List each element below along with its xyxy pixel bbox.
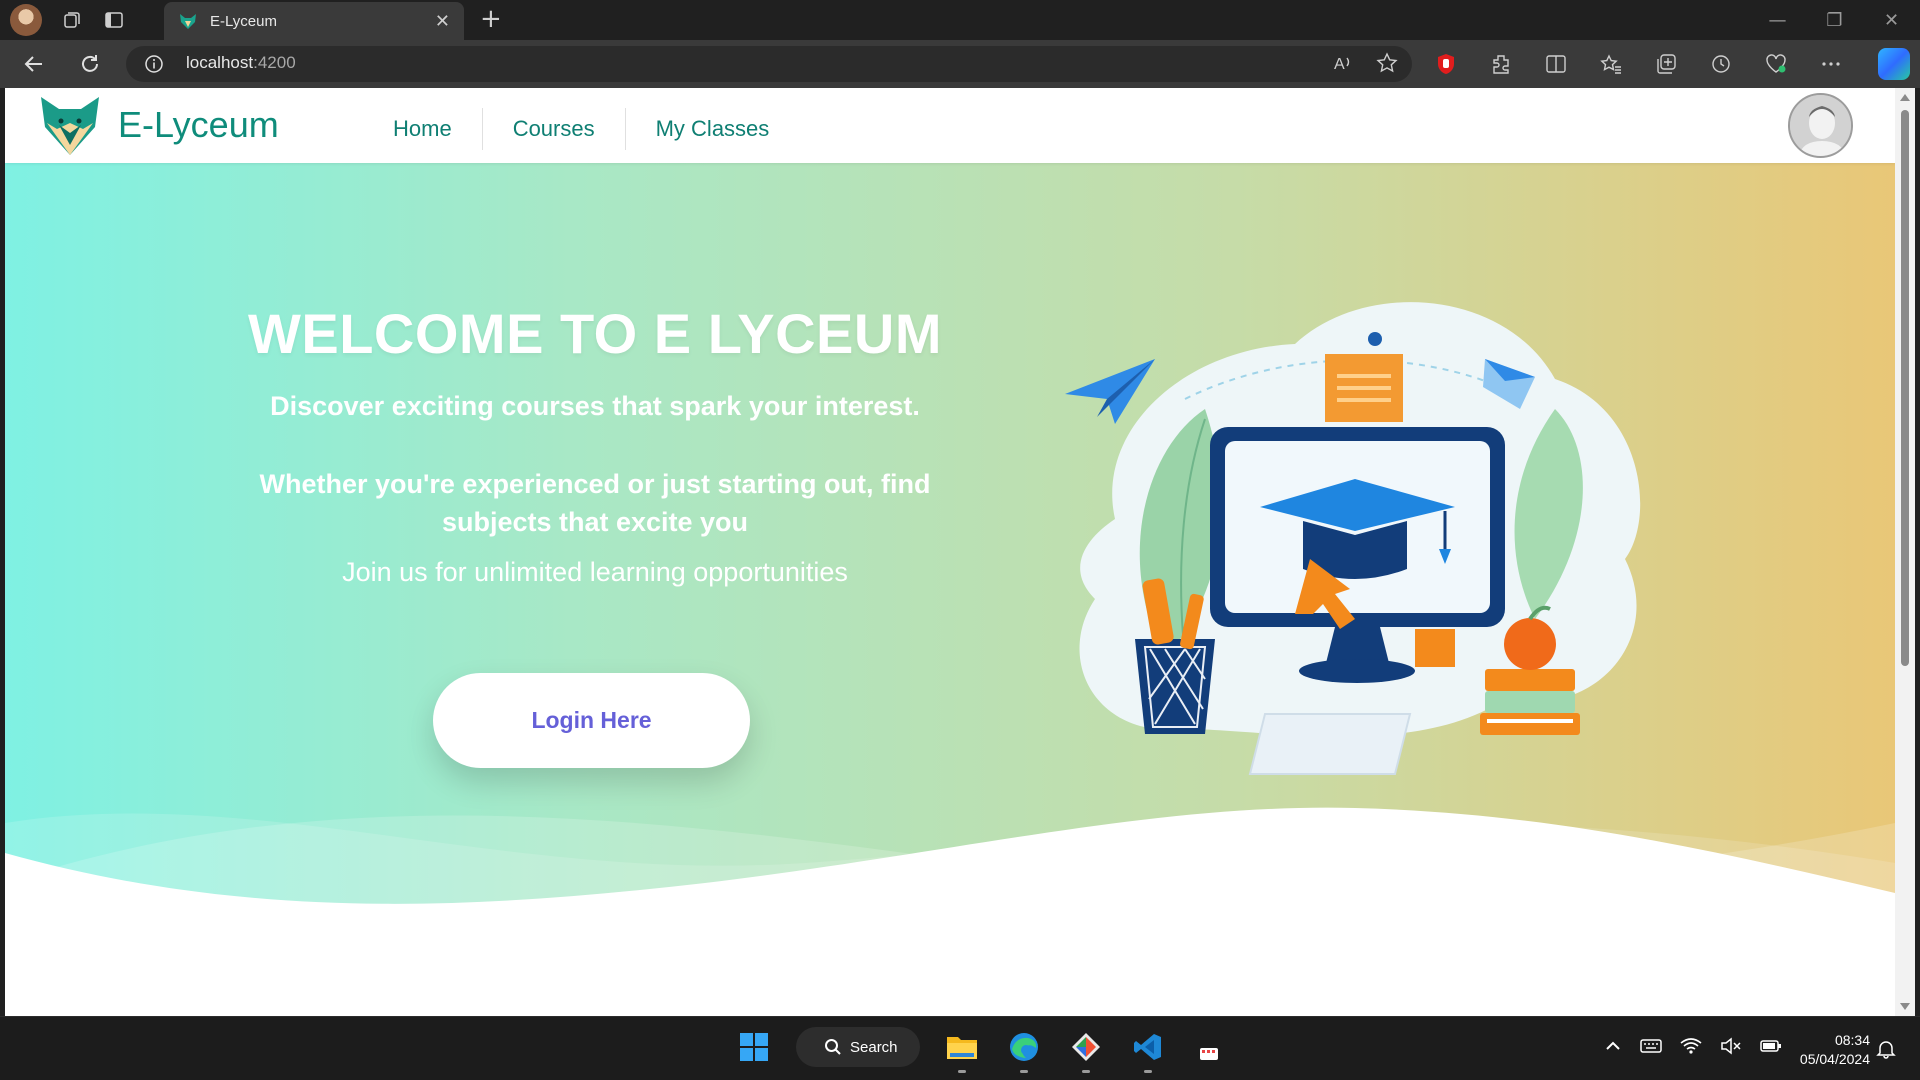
address-host: localhost xyxy=(186,53,254,72)
login-button[interactable]: Login Here xyxy=(433,673,750,768)
browser-essentials-icon[interactable] xyxy=(1762,50,1790,78)
browser-titlebar: E-Lyceum ✕ + — ❐ ✕ xyxy=(0,0,1920,40)
clock-time: 08:34 xyxy=(1834,1032,1870,1048)
git-tool-icon[interactable] xyxy=(1066,1027,1106,1073)
chevron-up-icon[interactable] xyxy=(1604,1037,1622,1055)
extension-block-icon[interactable] xyxy=(1432,50,1460,78)
taskbar-search[interactable]: Search xyxy=(796,1027,920,1067)
scroll-down-icon[interactable] xyxy=(1900,1003,1910,1010)
snipping-tool-icon[interactable] xyxy=(1190,1027,1230,1067)
notification-bell-icon[interactable] xyxy=(1876,1039,1896,1059)
profile-avatar[interactable] xyxy=(10,4,42,36)
back-icon[interactable] xyxy=(20,50,48,78)
windows-taskbar: Search 08:34 05/04/2024 xyxy=(0,1016,1920,1080)
extensions-icon[interactable] xyxy=(1487,50,1515,78)
history-icon[interactable] xyxy=(1707,50,1735,78)
search-label: Search xyxy=(850,1038,898,1056)
favorite-star-icon[interactable] xyxy=(1376,52,1398,74)
tab-title: E-Lyceum xyxy=(210,12,277,30)
more-menu-icon[interactable] xyxy=(1817,50,1845,78)
svg-text:A: A xyxy=(1334,56,1345,73)
split-screen-icon[interactable] xyxy=(1542,50,1570,78)
page-viewport: E-Lyceum Home Courses My Classes WELCOME… xyxy=(5,88,1895,1016)
page-scrollbar[interactable] xyxy=(1895,88,1915,1016)
address-text[interactable]: localhost:4200 xyxy=(186,53,296,73)
window-frame xyxy=(1915,88,1920,1016)
system-tray xyxy=(1604,1037,1782,1055)
file-explorer-icon[interactable] xyxy=(942,1027,982,1073)
address-bar[interactable]: localhost:4200 A xyxy=(126,46,1412,82)
tab-close-icon[interactable]: ✕ xyxy=(435,11,450,32)
hero-tagline: Join us for unlimited learning opportuni… xyxy=(342,557,848,587)
collections-icon[interactable] xyxy=(1652,50,1680,78)
main-nav: Home Courses My Classes xyxy=(363,108,799,150)
browser-tab-active[interactable]: E-Lyceum ✕ xyxy=(164,2,464,40)
refresh-icon[interactable] xyxy=(76,50,104,78)
favorites-icon[interactable] xyxy=(1597,50,1625,78)
scroll-up-icon[interactable] xyxy=(1900,94,1910,101)
taskbar-clock[interactable]: 08:34 05/04/2024 xyxy=(1778,1031,1870,1069)
elearning-illustration xyxy=(1065,302,1641,775)
workspaces-icon[interactable] xyxy=(60,8,84,32)
nav-home[interactable]: Home xyxy=(363,108,483,150)
edge-icon[interactable] xyxy=(1004,1027,1044,1073)
vertical-tabs-icon[interactable] xyxy=(102,8,126,32)
vscode-icon[interactable] xyxy=(1128,1027,1168,1073)
wifi-icon[interactable] xyxy=(1680,1037,1702,1055)
brand-name[interactable]: E-Lyceum xyxy=(118,104,279,146)
hero-section: WELCOME TO E LYCEUM Discover exciting co… xyxy=(5,163,1895,1016)
minimize-icon[interactable]: — xyxy=(1749,0,1806,40)
fox-logo-icon[interactable] xyxy=(39,93,101,159)
keyboard-icon[interactable] xyxy=(1640,1037,1662,1055)
start-icon[interactable] xyxy=(734,1027,774,1067)
hero-title: WELCOME TO E LYCEUM xyxy=(248,302,942,365)
volume-muted-icon[interactable] xyxy=(1720,1037,1742,1055)
hero-description: Whether you're experienced or just start… xyxy=(259,469,931,537)
copilot-icon[interactable] xyxy=(1878,48,1910,80)
search-icon xyxy=(825,1039,841,1055)
nav-my-classes[interactable]: My Classes xyxy=(626,108,800,150)
address-port: :4200 xyxy=(253,53,296,72)
user-silhouette-icon xyxy=(1790,95,1851,156)
scroll-thumb[interactable] xyxy=(1901,110,1909,666)
clock-date: 05/04/2024 xyxy=(1799,1051,1870,1067)
browser-toolbar: localhost:4200 A xyxy=(0,40,1920,88)
user-avatar[interactable] xyxy=(1788,93,1853,158)
close-window-icon[interactable]: ✕ xyxy=(1863,0,1920,40)
hero-subtitle: Discover exciting courses that spark you… xyxy=(270,391,920,421)
restore-icon[interactable]: ❐ xyxy=(1806,0,1863,40)
new-tab-button[interactable]: + xyxy=(480,6,502,32)
read-aloud-icon[interactable]: A xyxy=(1332,52,1354,74)
nav-courses[interactable]: Courses xyxy=(483,108,626,150)
app-navbar: E-Lyceum Home Courses My Classes xyxy=(5,88,1895,163)
site-info-icon[interactable] xyxy=(144,54,164,74)
tab-favicon-icon xyxy=(180,14,196,29)
